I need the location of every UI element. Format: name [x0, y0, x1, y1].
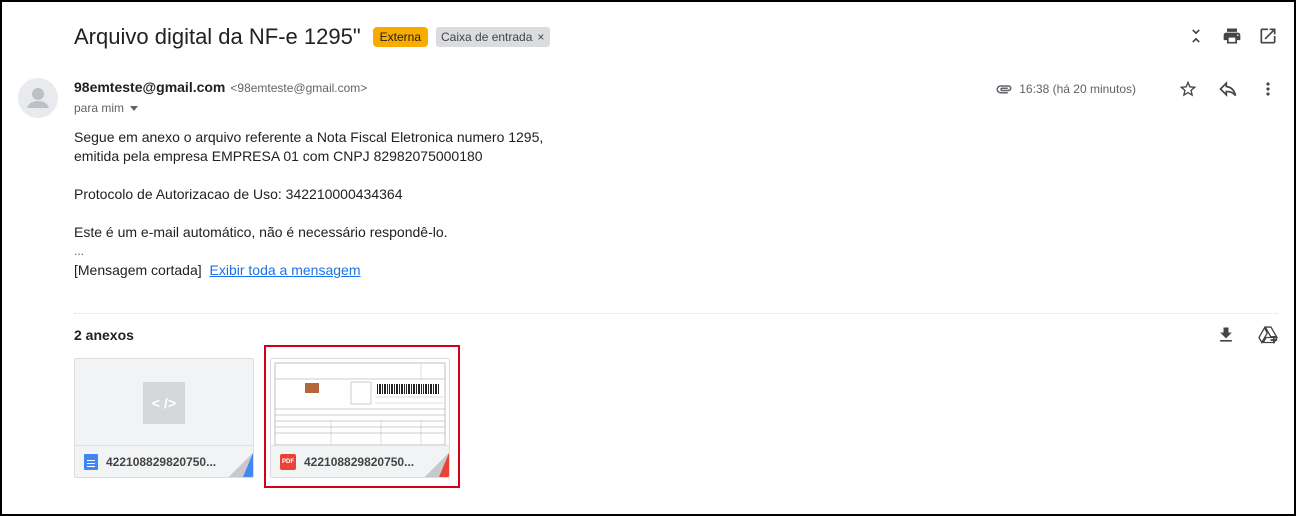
inbox-label-chip[interactable]: Caixa de entrada × — [436, 27, 551, 47]
attachments-toolbar — [1216, 325, 1278, 345]
attachments-title: 2 anexos — [74, 327, 134, 343]
more-vert-icon[interactable] — [1258, 79, 1278, 99]
pdf-thumbnail — [271, 359, 449, 446]
corner-fold-icon — [425, 453, 449, 477]
attachment-filename: 422108829820750... — [304, 454, 415, 469]
attachments-divider — [74, 313, 1278, 314]
inbox-label-text: Caixa de entrada — [441, 30, 533, 44]
document-icon — [84, 453, 98, 470]
body-line: Protocolo de Autorizacao de Uso: 3422100… — [74, 186, 403, 202]
quoted-text-toggle[interactable]: ... — [74, 242, 543, 261]
sender-row: 98emteste@gmail.com <98emteste@gmail.com… — [74, 79, 367, 95]
attachment-filename: 422108829820750... — [106, 454, 217, 469]
remove-label-icon[interactable]: × — [537, 30, 544, 44]
print-icon[interactable] — [1222, 26, 1242, 46]
message-time: 16:38 (há 20 minutos) — [1019, 82, 1136, 96]
external-badge: Externa — [372, 27, 428, 47]
view-full-message-link[interactable]: Exibir toda a mensagem — [210, 262, 361, 278]
body-line: Este é um e-mail automático, não é neces… — [74, 224, 448, 240]
sender-email: <98emteste@gmail.com> — [230, 81, 368, 95]
chevron-down-icon[interactable] — [130, 105, 139, 111]
message-meta: 16:38 (há 20 minutos) — [995, 79, 1278, 99]
truncated-notice: [Mensagem cortada] Exibir toda a mensage… — [74, 261, 543, 280]
open-new-window-icon[interactable] — [1258, 26, 1278, 46]
paperclip-icon — [995, 80, 1013, 98]
attachment-footer: 422108829820750... — [75, 445, 253, 477]
attachment-card-pdf[interactable]: PDF 422108829820750... — [270, 358, 450, 478]
truncated-text: [Mensagem cortada] — [74, 262, 202, 278]
attachment-card-xml[interactable]: < /> 422108829820750... — [74, 358, 254, 478]
code-file-icon: < /> — [143, 382, 185, 424]
subject-row: Arquivo digital da NF-e 1295" Externa Ca… — [74, 22, 551, 52]
download-icon[interactable] — [1216, 325, 1236, 345]
message-body: Segue em anexo o arquivo referente a Not… — [74, 128, 543, 280]
attachment-preview: < /> — [75, 359, 253, 445]
attachment-footer: PDF 422108829820750... — [271, 445, 449, 477]
pdf-icon: PDF — [280, 453, 296, 470]
collapse-icon[interactable] — [1186, 26, 1206, 46]
add-to-drive-icon[interactable] — [1258, 325, 1278, 345]
sender-name[interactable]: 98emteste@gmail.com — [74, 79, 225, 95]
recipient-text: para mim — [74, 101, 125, 115]
corner-fold-icon — [229, 453, 253, 477]
body-line: Segue em anexo o arquivo referente a Not… — [74, 129, 544, 145]
body-line: emitida pela empresa EMPRESA 01 com CNPJ… — [74, 148, 483, 164]
star-icon[interactable] — [1178, 79, 1198, 99]
sender-avatar[interactable] — [18, 78, 58, 118]
thread-toolbar — [1186, 26, 1278, 46]
email-subject: Arquivo digital da NF-e 1295" — [74, 24, 361, 49]
reply-icon[interactable] — [1218, 79, 1238, 99]
recipient-row: para mim — [74, 101, 139, 115]
